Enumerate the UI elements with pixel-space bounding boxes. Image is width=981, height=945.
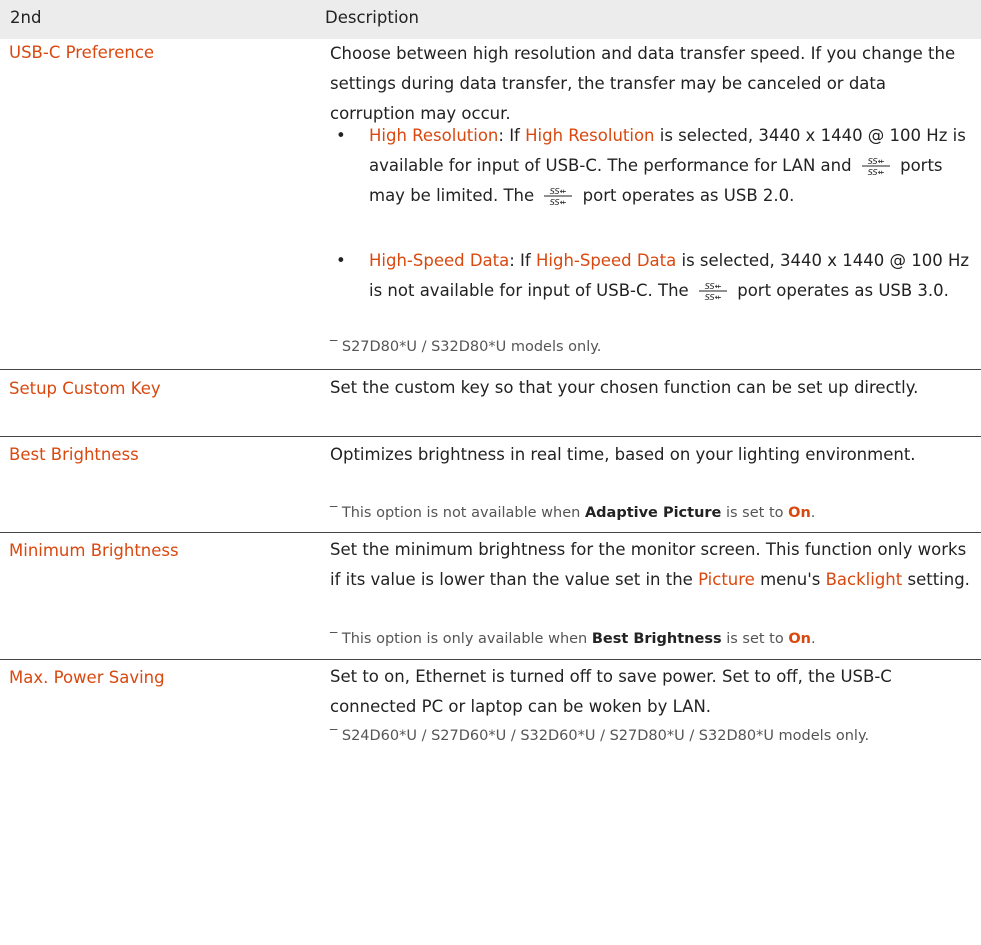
- term-high-resolution: High Resolution: [525, 126, 655, 145]
- svg-text:SS⇷: SS⇷: [705, 293, 722, 302]
- term-high-resolution: High Resolution: [369, 126, 499, 145]
- term-picture: Picture: [698, 570, 755, 589]
- svg-text:SS⇷: SS⇷: [868, 157, 885, 166]
- bullet-marker: •: [336, 126, 346, 145]
- row-desc-setup-custom-key: Set the custom key so that your chosen f…: [330, 378, 919, 397]
- svg-text:SS⇷: SS⇷: [868, 168, 885, 177]
- svg-text:SS⇷: SS⇷: [550, 187, 567, 196]
- bullet-marker: •: [336, 251, 346, 270]
- row-desc-best-brightness: Optimizes brightness in real time, based…: [330, 445, 916, 464]
- term-on: On: [788, 631, 811, 647]
- row-name-best-brightness: Best Brightness: [9, 445, 139, 464]
- row-divider: [0, 659, 981, 660]
- term-backlight: Backlight: [825, 570, 903, 589]
- usb-superspeed-icon: SS⇷ SS⇷: [697, 280, 729, 302]
- note-mark-icon: ‾: [330, 505, 338, 521]
- bullet-high-resolution: High Resolution: If High Resolution is s…: [369, 126, 966, 207]
- row-divider: [0, 369, 981, 370]
- row-divider: [0, 532, 981, 533]
- note-best-brightness: ‾ This option is not available when Adap…: [330, 505, 816, 521]
- row-divider: [0, 436, 981, 437]
- spec-table-page: 2nd Description USB-C Preference Choose …: [0, 0, 981, 945]
- bullet-high-speed-data: High-Speed Data: If High-Speed Data is s…: [369, 251, 970, 302]
- column-header-description: Description: [325, 8, 419, 27]
- usb-superspeed-icon: SS⇷ SS⇷: [542, 185, 574, 207]
- row-name-setup-custom-key: Setup Custom Key: [9, 379, 161, 398]
- row-desc-minimum-brightness: Set the minimum brightness for the monit…: [330, 540, 970, 589]
- svg-text:SS⇷: SS⇷: [705, 282, 722, 291]
- row-name-minimum-brightness: Minimum Brightness: [9, 541, 179, 560]
- term-high-speed-data: High-Speed Data: [369, 251, 510, 270]
- term-on: On: [788, 505, 811, 521]
- note-mark-icon: ‾: [330, 728, 338, 744]
- row-name-max-power-saving: Max. Power Saving: [9, 668, 165, 687]
- svg-text:SS⇷: SS⇷: [550, 198, 567, 207]
- row-desc-usbc-intro: Choose between high resolution and data …: [330, 44, 956, 123]
- row-desc-max-power-saving: Set to on, Ethernet is turned off to sav…: [330, 667, 892, 716]
- note-minimum-brightness: ‾ This option is only available when Bes…: [330, 631, 816, 647]
- column-header-name: 2nd: [10, 8, 42, 27]
- term-adaptive-picture: Adaptive Picture: [584, 505, 722, 521]
- note-usbc-models: ‾ S27D80*U / S32D80*U models only.: [330, 339, 602, 355]
- row-name-usbc-preference: USB-C Preference: [9, 43, 155, 62]
- note-mark-icon: ‾: [330, 339, 338, 355]
- term-high-speed-data: High-Speed Data: [535, 251, 677, 270]
- note-mark-icon: ‾: [330, 631, 338, 647]
- note-max-power-saving: ‾ S24D60*U / S27D60*U / S32D60*U / S27D8…: [330, 728, 870, 744]
- term-best-brightness: Best Brightness: [591, 631, 722, 647]
- table-header: 2nd Description: [0, 0, 981, 39]
- usb-superspeed-icon: SS⇷ SS⇷: [860, 155, 892, 177]
